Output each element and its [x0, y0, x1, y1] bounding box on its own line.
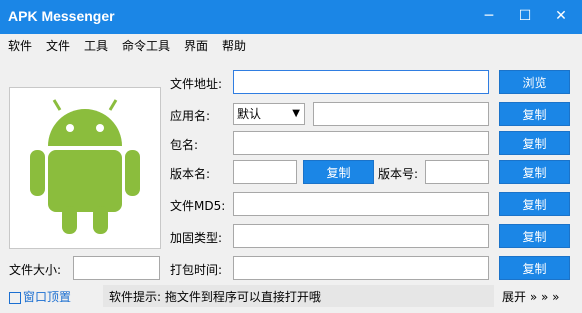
version-name-input[interactable] [233, 160, 297, 184]
app-name-select-value: 默认 [237, 107, 262, 121]
close-button[interactable]: ✕ [550, 6, 572, 26]
file-path-input[interactable] [233, 70, 489, 94]
copy-version-code-button[interactable]: 复制 [499, 160, 570, 184]
package-label: 包名: [170, 138, 199, 152]
app-name-input[interactable] [313, 102, 489, 126]
pack-time-input[interactable] [233, 256, 489, 280]
maximize-button[interactable]: ☐ [514, 6, 536, 26]
version-code-input[interactable] [425, 160, 489, 184]
copy-md5-button[interactable]: 复制 [499, 192, 570, 216]
pack-time-label: 打包时间: [170, 263, 223, 277]
file-size-label: 文件大小: [9, 263, 62, 277]
file-path-label: 文件地址: [170, 77, 223, 91]
file-md5-input[interactable] [233, 192, 489, 216]
copy-package-button[interactable]: 复制 [499, 131, 570, 155]
window-title: APK Messenger [8, 8, 115, 24]
expand-button[interactable]: 展开 » » » [502, 288, 559, 305]
app-icon-panel [9, 87, 161, 249]
copy-version-name-button[interactable]: 复制 [303, 160, 374, 184]
file-size-input[interactable] [73, 256, 160, 280]
copy-protection-button[interactable]: 复制 [499, 224, 570, 248]
package-input[interactable] [233, 131, 489, 155]
menu-file[interactable]: 文件 [46, 37, 70, 54]
menu-software[interactable]: 软件 [8, 37, 32, 54]
protection-type-input[interactable] [233, 224, 489, 248]
menu-interface[interactable]: 界面 [184, 37, 208, 54]
topmost-label: 窗口顶置 [23, 290, 72, 304]
menu-bar: 软件 文件 工具 命令工具 界面 帮助 [0, 34, 582, 56]
app-name-label: 应用名: [170, 109, 211, 123]
version-name-label: 版本名: [170, 167, 211, 181]
copy-app-name-button[interactable]: 复制 [499, 102, 570, 126]
copy-pack-time-button[interactable]: 复制 [499, 256, 570, 280]
chevron-down-icon: ▼ [292, 108, 300, 119]
android-logo-icon [30, 99, 140, 234]
minimize-button[interactable]: ─ [478, 6, 500, 26]
status-text: 软件提示: 拖文件到程序可以直接打开哦 [109, 290, 321, 304]
topmost-checkbox[interactable]: 窗口顶置 [9, 288, 71, 305]
menu-help[interactable]: 帮助 [222, 37, 246, 54]
status-bar: 软件提示: 拖文件到程序可以直接打开哦 [103, 285, 494, 307]
checkbox-icon [9, 291, 21, 304]
browse-button[interactable]: 浏览 [499, 70, 570, 94]
menu-command-tools[interactable]: 命令工具 [122, 37, 170, 54]
app-name-select[interactable]: 默认 ▼ [233, 103, 305, 125]
version-code-label: 版本号: [378, 167, 419, 181]
file-md5-label: 文件MD5: [170, 199, 226, 213]
protection-type-label: 加固类型: [170, 231, 223, 245]
menu-tools[interactable]: 工具 [84, 37, 108, 54]
title-bar: APK Messenger ─ ☐ ✕ [0, 0, 582, 34]
